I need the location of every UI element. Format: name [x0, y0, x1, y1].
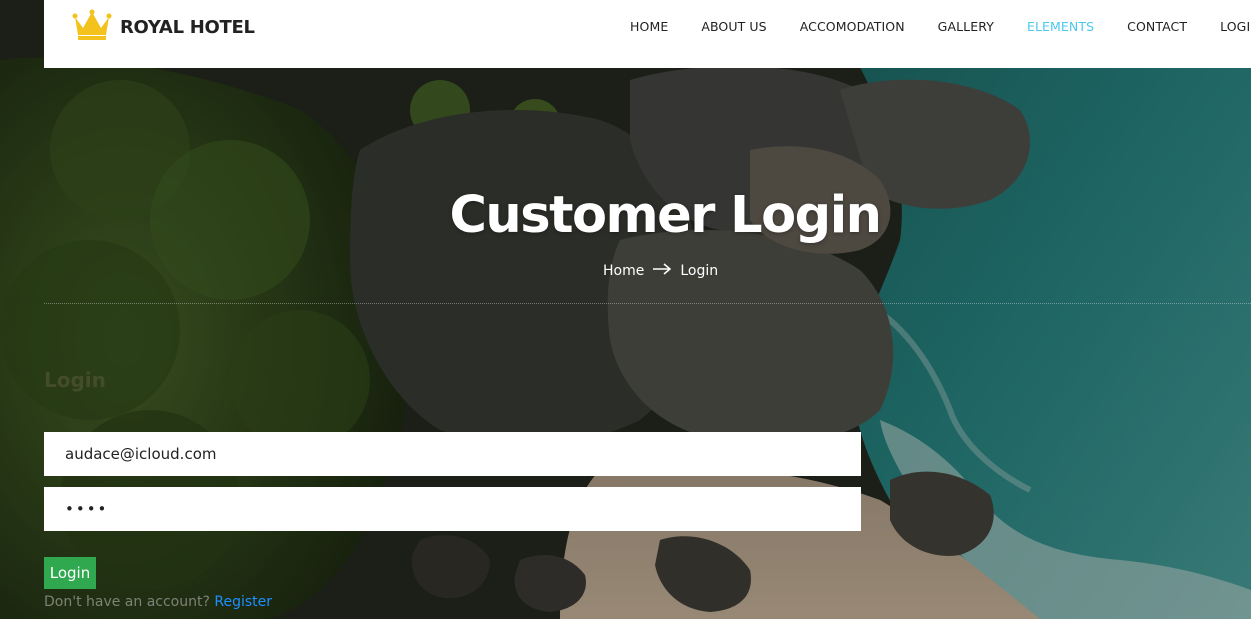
brand-name: ROYAL HOTEL: [120, 16, 255, 38]
register-prompt-text: Don't have an account?: [44, 594, 210, 610]
nav-gallery[interactable]: GALLERY: [938, 19, 994, 34]
form-heading: Login: [44, 368, 106, 392]
register-prompt: Don't have an account? Register: [44, 594, 272, 610]
crown-icon: [72, 9, 112, 45]
nav-contact[interactable]: CONTACT: [1127, 19, 1187, 34]
top-navbar: ROYAL HOTEL HOME ABOUT US ACCOMODATION G…: [44, 0, 1251, 68]
nav-accomodation[interactable]: ACCOMODATION: [800, 19, 905, 34]
section-divider: [44, 303, 1251, 304]
breadcrumb-home-link[interactable]: Home: [603, 263, 644, 279]
email-field[interactable]: [44, 432, 861, 476]
password-field[interactable]: [44, 487, 861, 531]
main-nav: HOME ABOUT US ACCOMODATION GALLERY ELEME…: [630, 0, 1251, 52]
nav-elements[interactable]: ELEMENTS: [1027, 19, 1094, 34]
nav-login[interactable]: LOGI: [1220, 19, 1250, 34]
nav-home[interactable]: HOME: [630, 19, 668, 34]
register-link[interactable]: Register: [214, 594, 272, 610]
breadcrumb-current: Login: [680, 263, 719, 279]
nav-about-us[interactable]: ABOUT US: [701, 19, 766, 34]
page-title: Customer Login: [449, 186, 882, 245]
login-button[interactable]: Login: [44, 557, 96, 589]
breadcrumb: Home Login: [603, 263, 718, 279]
brand-logo[interactable]: ROYAL HOTEL: [72, 9, 255, 45]
arrow-right-icon: [652, 263, 672, 279]
